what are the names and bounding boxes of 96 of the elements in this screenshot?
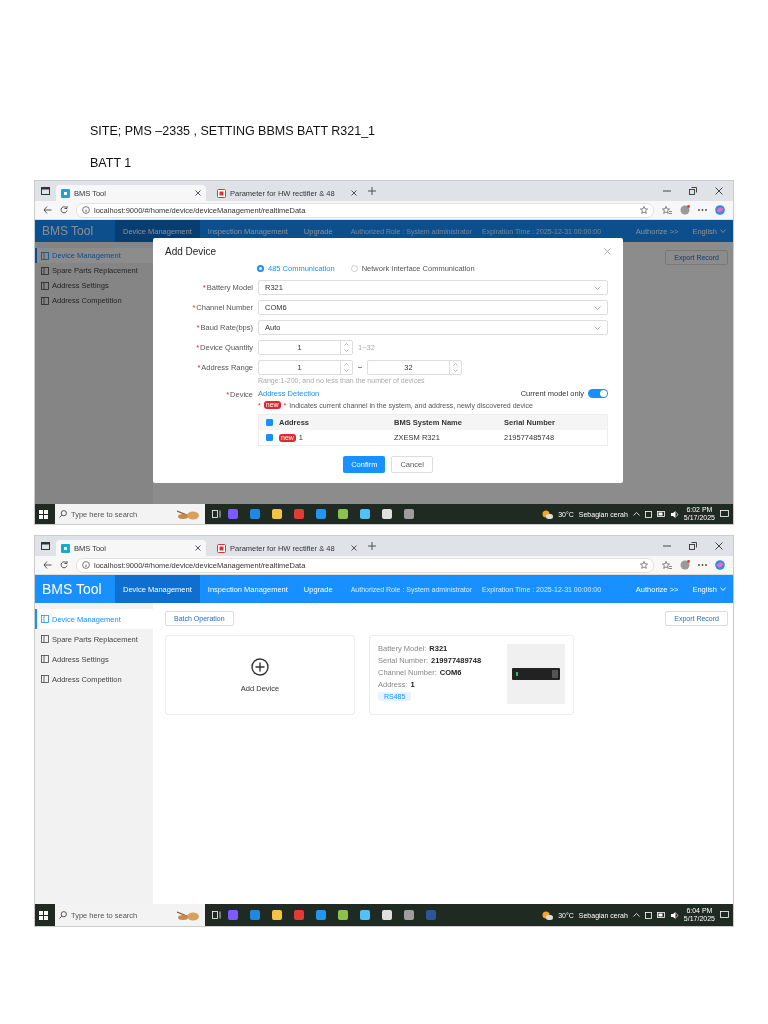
info-icon: [82, 206, 90, 214]
favorites-icon[interactable]: [662, 206, 672, 214]
app-icon[interactable]: [272, 509, 282, 519]
menu-item-icon: [41, 296, 49, 305]
tab-close-icon[interactable]: [195, 545, 201, 551]
spin-up-icon[interactable]: [344, 362, 349, 366]
app-icon[interactable]: [228, 910, 238, 920]
document-icon: [217, 188, 226, 198]
minimize-icon[interactable]: [663, 187, 671, 195]
start-icon[interactable]: [39, 509, 48, 519]
restore-icon[interactable]: [689, 542, 697, 550]
notification-icon[interactable]: [720, 510, 729, 518]
refresh-icon[interactable]: [60, 561, 68, 569]
new-tab-icon[interactable]: [368, 542, 376, 550]
app-icon[interactable]: [382, 509, 392, 519]
search-icon: [59, 510, 67, 518]
caret-icon: [720, 587, 726, 591]
app-icon[interactable]: [316, 910, 326, 920]
spin-down-icon[interactable]: [344, 349, 349, 353]
app-icon[interactable]: [250, 910, 260, 920]
app-icon[interactable]: [272, 910, 282, 920]
dropdown-caret-icon: [594, 285, 601, 290]
app-icon[interactable]: [294, 509, 304, 519]
menu-item-icon: [41, 251, 49, 260]
menu-item-icon: [41, 266, 49, 275]
start-icon[interactable]: [39, 910, 48, 920]
back-icon[interactable]: [43, 206, 52, 214]
spin-down-icon[interactable]: [344, 369, 349, 373]
close-icon[interactable]: [715, 187, 723, 195]
close-icon[interactable]: [715, 542, 723, 550]
app-logo: BMS Tool: [41, 581, 103, 597]
app-icon[interactable]: [338, 910, 348, 920]
chevron-up-icon[interactable]: [632, 913, 640, 917]
caret-icon: [720, 229, 726, 233]
app-icon[interactable]: [382, 910, 392, 920]
tab-list-icon[interactable]: [41, 542, 50, 550]
app-icon: [61, 188, 70, 198]
volume-icon[interactable]: [670, 911, 679, 919]
app-icon[interactable]: [228, 509, 238, 519]
app-icon: [61, 543, 70, 553]
tab-close-icon[interactable]: [195, 190, 201, 196]
document-icon: [217, 543, 226, 553]
spin-down-icon[interactable]: [453, 369, 458, 373]
toggle-switch[interactable]: [588, 389, 608, 398]
plus-circle-icon: [251, 657, 269, 676]
menu-item-icon: [41, 635, 49, 643]
menu-item-icon: [41, 655, 49, 663]
task-view-icon[interactable]: [212, 911, 221, 919]
task-view-icon[interactable]: [212, 510, 221, 518]
menu-item-icon: [41, 281, 49, 290]
app-icon[interactable]: [360, 509, 370, 519]
checkbox[interactable]: [266, 419, 273, 426]
chevron-up-icon[interactable]: [632, 512, 640, 516]
checkbox[interactable]: [266, 434, 273, 441]
app-icon[interactable]: [404, 910, 414, 920]
document-subheading: BATT 1: [90, 155, 132, 171]
new-tab-icon[interactable]: [368, 187, 376, 195]
avatar-icon[interactable]: [680, 560, 690, 570]
app-icon[interactable]: [316, 509, 326, 519]
dropdown-caret-icon: [594, 305, 601, 310]
battery-module-drawing: [512, 668, 560, 680]
volume-icon[interactable]: [670, 510, 679, 518]
battery-icon[interactable]: [656, 511, 666, 517]
document-heading: SITE; PMS –2335 , SETTING BBMS BATT R321_1: [90, 123, 376, 139]
network-icon[interactable]: [644, 510, 652, 518]
dropdown-caret-icon: [594, 325, 601, 330]
avatar-icon[interactable]: [680, 205, 690, 215]
notification-icon[interactable]: [720, 911, 729, 919]
tab-close-icon[interactable]: [351, 190, 357, 196]
refresh-icon[interactable]: [60, 206, 68, 214]
app-icon[interactable]: [404, 509, 414, 519]
spin-up-icon[interactable]: [453, 362, 458, 366]
tab-list-icon[interactable]: [41, 187, 50, 195]
app-icon[interactable]: [294, 910, 304, 920]
search-icon: [59, 911, 67, 919]
menu-item-icon: [41, 615, 49, 623]
star-icon[interactable]: [640, 561, 648, 569]
minimize-icon[interactable]: [663, 542, 671, 550]
tab-close-icon[interactable]: [351, 545, 357, 551]
back-icon[interactable]: [43, 561, 52, 569]
menu-item-icon: [41, 675, 49, 683]
info-icon: [82, 561, 90, 569]
dialog-title: Add Device: [165, 246, 217, 257]
battery-icon[interactable]: [656, 912, 666, 918]
restore-icon[interactable]: [689, 187, 697, 195]
spin-up-icon[interactable]: [344, 342, 349, 346]
app-logo: BMS Tool: [41, 224, 95, 238]
weather-icon: [542, 910, 554, 920]
network-icon[interactable]: [644, 911, 652, 919]
star-icon[interactable]: [640, 206, 648, 214]
dash-icon: [358, 367, 362, 368]
weather-icon: [542, 509, 554, 519]
app-icon[interactable]: [338, 509, 348, 519]
app-icon[interactable]: [250, 509, 260, 519]
favorites-icon[interactable]: [662, 561, 672, 569]
app-icon[interactable]: [360, 910, 370, 920]
